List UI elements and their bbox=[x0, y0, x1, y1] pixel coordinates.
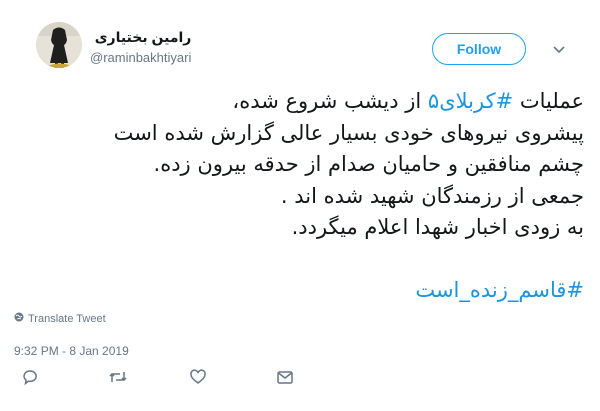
tweet-line-3: چشم منافقین و حامیان صدام از حدقه بیرون … bbox=[153, 152, 584, 176]
tweet-line-1-start: عملیات bbox=[513, 89, 584, 113]
tweet-line-1: عملیات #کربلای۵ از دیشب شروع شده، bbox=[24, 86, 584, 118]
tweet-line-1-end: از دیشب شروع شده، bbox=[232, 89, 428, 113]
translate-label: Translate Tweet bbox=[28, 312, 106, 325]
follow-button[interactable]: Follow bbox=[432, 33, 526, 65]
user-handle[interactable]: @raminbakhtiyari bbox=[90, 49, 191, 66]
display-name[interactable]: رامین بختیاری bbox=[90, 28, 192, 46]
reply-icon[interactable] bbox=[21, 368, 39, 386]
follow-button-label: Follow bbox=[456, 41, 502, 57]
chevron-down-icon[interactable] bbox=[552, 42, 566, 56]
retweet-icon[interactable] bbox=[108, 368, 128, 386]
globe-icon bbox=[14, 312, 24, 325]
avatar[interactable] bbox=[36, 22, 82, 68]
translate-tweet-link[interactable]: Translate Tweet bbox=[14, 312, 106, 325]
hashtag-link-2[interactable]: #قاسم_زنده_است bbox=[415, 278, 584, 302]
hashtag-link[interactable]: #کربلای۵ bbox=[428, 89, 513, 113]
timestamp[interactable]: 9:32 PM - 8 Jan 2019 bbox=[14, 344, 129, 358]
line-spacer bbox=[24, 244, 584, 275]
tweet-line-5: به زودی اخبار شهدا اعلام میگردد. bbox=[291, 215, 584, 239]
message-icon[interactable] bbox=[276, 368, 294, 386]
tweet-line-2: پیشروی نیروهای خودی بسیار عالی گزارش شده… bbox=[113, 120, 584, 145]
user-info: رامین بختیاری @raminbakhtiyari bbox=[90, 28, 191, 66]
tweet-text: عملیات #کربلای۵ از دیشب شروع شده، پیشروی… bbox=[24, 86, 584, 306]
tweet-line-4: جمعی از رزمندگان شهید شده اند . bbox=[280, 183, 584, 208]
like-icon[interactable] bbox=[189, 368, 207, 386]
tweet-card: رامین بختیاری @raminbakhtiyari Follow عم… bbox=[0, 0, 600, 411]
